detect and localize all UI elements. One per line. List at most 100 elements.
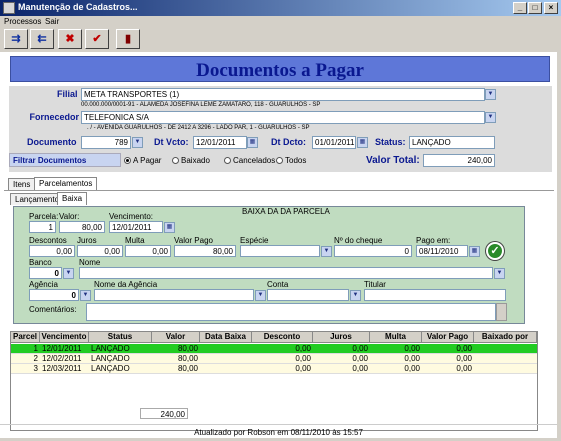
filial-select[interactable]: META TRANSPORTES (1) bbox=[81, 88, 485, 101]
cell-status: LANÇADO bbox=[91, 364, 130, 373]
dt-dcto-field[interactable]: 01/01/2011 bbox=[312, 136, 356, 149]
multa-label: Multa bbox=[125, 236, 145, 245]
menu-sair[interactable]: Sair bbox=[45, 17, 59, 26]
cheque-field[interactable]: 0 bbox=[334, 245, 412, 257]
filial-address: 00.000.000/0001-91 - ALAMEDA JOSEFINA LE… bbox=[81, 102, 321, 108]
valor-pago-field[interactable]: 80,00 bbox=[174, 245, 236, 257]
main-panel: Documentos a Pagar Filial META TRANSPORT… bbox=[0, 52, 557, 438]
dt-vcto-field[interactable]: 12/01/2011 bbox=[193, 136, 247, 149]
especie-select[interactable] bbox=[240, 245, 320, 257]
cell-data-baixa bbox=[200, 344, 252, 354]
banco-label: Banco bbox=[29, 258, 52, 267]
nome-agencia-select[interactable] bbox=[94, 289, 254, 301]
banco-dropdown-icon[interactable]: ▼ bbox=[63, 268, 74, 279]
documento-label: Documento bbox=[27, 137, 77, 147]
titular-field[interactable] bbox=[364, 289, 506, 301]
titular-label: Titular bbox=[364, 280, 386, 289]
banco-nome-select[interactable] bbox=[79, 267, 493, 279]
nome-agencia-dropdown-icon[interactable]: ▼ bbox=[255, 290, 266, 301]
especie-dropdown-icon[interactable]: ▼ bbox=[321, 246, 332, 257]
descontos-field[interactable]: 0,00 bbox=[29, 245, 75, 257]
juros-field[interactable]: 0,00 bbox=[77, 245, 123, 257]
banco-field[interactable]: 0 bbox=[29, 267, 62, 279]
footer-status: Atualizado por Robson em 08/11/2010 às 1… bbox=[194, 428, 363, 437]
app-icon bbox=[3, 2, 15, 14]
descontos-label: Descontos bbox=[29, 236, 67, 245]
table-row[interactable]: 1 12/01/2011 LANÇADO 80,00 0,00 0,00 0,0… bbox=[11, 344, 537, 354]
tab-baixa[interactable]: Baixa bbox=[57, 192, 88, 205]
page-title: Documentos a Pagar bbox=[196, 60, 364, 81]
close-button[interactable]: × bbox=[544, 2, 558, 14]
menu-processos[interactable]: Processos bbox=[4, 17, 41, 26]
filter-todos-radio[interactable] bbox=[276, 157, 283, 164]
table-row[interactable]: 2 12/02/2011 LANÇADO 80,00 0,00 0,00 0,0… bbox=[11, 354, 537, 364]
cell-baixado-por bbox=[474, 364, 537, 374]
confirm-baixa-button[interactable]: ✓ bbox=[486, 242, 504, 260]
comentarios-field[interactable] bbox=[86, 303, 496, 321]
calendar-icon[interactable]: ▦ bbox=[469, 246, 480, 257]
edit-button[interactable]: ⇇ bbox=[30, 29, 54, 49]
agencia-dropdown-icon[interactable]: ▼ bbox=[80, 290, 91, 301]
col-header-status[interactable]: Status bbox=[89, 332, 152, 343]
calendar-icon[interactable]: ▦ bbox=[164, 222, 175, 233]
parcela-field[interactable]: 1 bbox=[29, 221, 56, 233]
col-header-parcel[interactable]: Parcel bbox=[11, 332, 40, 343]
tab-lancamento[interactable]: Lançamento bbox=[10, 193, 65, 205]
maximize-button[interactable]: □ bbox=[528, 2, 542, 14]
col-header-valor-pago[interactable]: Valor Pago bbox=[422, 332, 474, 343]
filter-a-pagar-label: A Pagar bbox=[133, 156, 162, 165]
insert-button[interactable]: ⇉ bbox=[4, 29, 28, 49]
delete-icon: ✖ bbox=[65, 33, 75, 45]
col-header-data-baixa[interactable]: Data Baixa bbox=[200, 332, 252, 343]
col-header-multa[interactable]: Multa bbox=[370, 332, 422, 343]
filter-cancelados-label: Cancelados bbox=[233, 156, 276, 165]
fornecedor-select[interactable]: TELEFONICA S/A bbox=[81, 111, 485, 124]
cell-parcel: 2 bbox=[33, 354, 38, 363]
pago-em-field[interactable]: 08/11/2010 bbox=[416, 245, 468, 257]
baixa-group-title: BAIXA DA DA PARCELA bbox=[240, 207, 332, 216]
comentarios-label: Comentários: bbox=[29, 305, 77, 314]
agencia-field[interactable]: 0 bbox=[29, 289, 79, 301]
filter-baixado-radio[interactable] bbox=[172, 157, 179, 164]
filial-label: Filial bbox=[57, 89, 78, 99]
cell-valor-pago: 0,00 bbox=[456, 344, 472, 353]
status-field: LANÇADO bbox=[409, 136, 495, 149]
col-header-juros[interactable]: Juros bbox=[313, 332, 370, 343]
col-header-desconto[interactable]: Desconto bbox=[252, 332, 313, 343]
documento-dropdown-icon[interactable]: ▼ bbox=[132, 137, 143, 148]
multa-field[interactable]: 0,00 bbox=[125, 245, 171, 257]
vencimento-field[interactable]: 12/01/2011 bbox=[109, 221, 163, 233]
filter-a-pagar-radio[interactable] bbox=[124, 157, 131, 164]
filter-cancelados-radio[interactable] bbox=[224, 157, 231, 164]
table-row[interactable]: 3 12/03/2011 LANÇADO 80,00 0,00 0,00 0,0… bbox=[11, 364, 537, 374]
cell-desconto: 0,00 bbox=[295, 344, 311, 353]
col-header-vencimento[interactable]: Vencimento bbox=[40, 332, 89, 343]
tab-itens[interactable]: Itens bbox=[8, 178, 36, 190]
check-icon: ✔ bbox=[92, 33, 102, 45]
confirm-button[interactable]: ✔ bbox=[85, 29, 109, 49]
banco-nome-dropdown-icon[interactable]: ▼ bbox=[494, 268, 505, 279]
exit-button[interactable]: ▮ bbox=[116, 29, 140, 49]
comentarios-scrollbar[interactable] bbox=[496, 303, 507, 321]
fornecedor-dropdown-icon[interactable]: ▼ bbox=[485, 112, 496, 123]
table-total-valor: 240,00 bbox=[140, 408, 188, 419]
col-header-baixado-por[interactable]: Baixado por bbox=[474, 332, 537, 343]
conta-select[interactable] bbox=[267, 289, 349, 301]
cell-valor-pago: 0,00 bbox=[456, 354, 472, 363]
minimize-button[interactable]: _ bbox=[513, 2, 527, 14]
calendar-icon[interactable]: ▦ bbox=[247, 137, 258, 148]
tab-divider bbox=[4, 190, 554, 191]
filter-label: Filtrar Documentos bbox=[13, 156, 87, 165]
conta-dropdown-icon[interactable]: ▼ bbox=[350, 290, 361, 301]
valor-field[interactable]: 80,00 bbox=[59, 221, 105, 233]
filial-dropdown-icon[interactable]: ▼ bbox=[485, 89, 496, 100]
col-header-valor[interactable]: Valor bbox=[152, 332, 200, 343]
cell-valor: 80,00 bbox=[177, 344, 198, 353]
menu-bar: Processos Sair bbox=[0, 16, 561, 28]
calendar-icon[interactable]: ▦ bbox=[357, 137, 368, 148]
documento-field[interactable]: 789 bbox=[81, 136, 131, 149]
tab-parcelamentos[interactable]: Parcelamentos bbox=[34, 177, 98, 190]
cell-data-baixa bbox=[200, 364, 252, 374]
nome-label: Nome bbox=[79, 258, 101, 267]
delete-button[interactable]: ✖ bbox=[58, 29, 82, 49]
